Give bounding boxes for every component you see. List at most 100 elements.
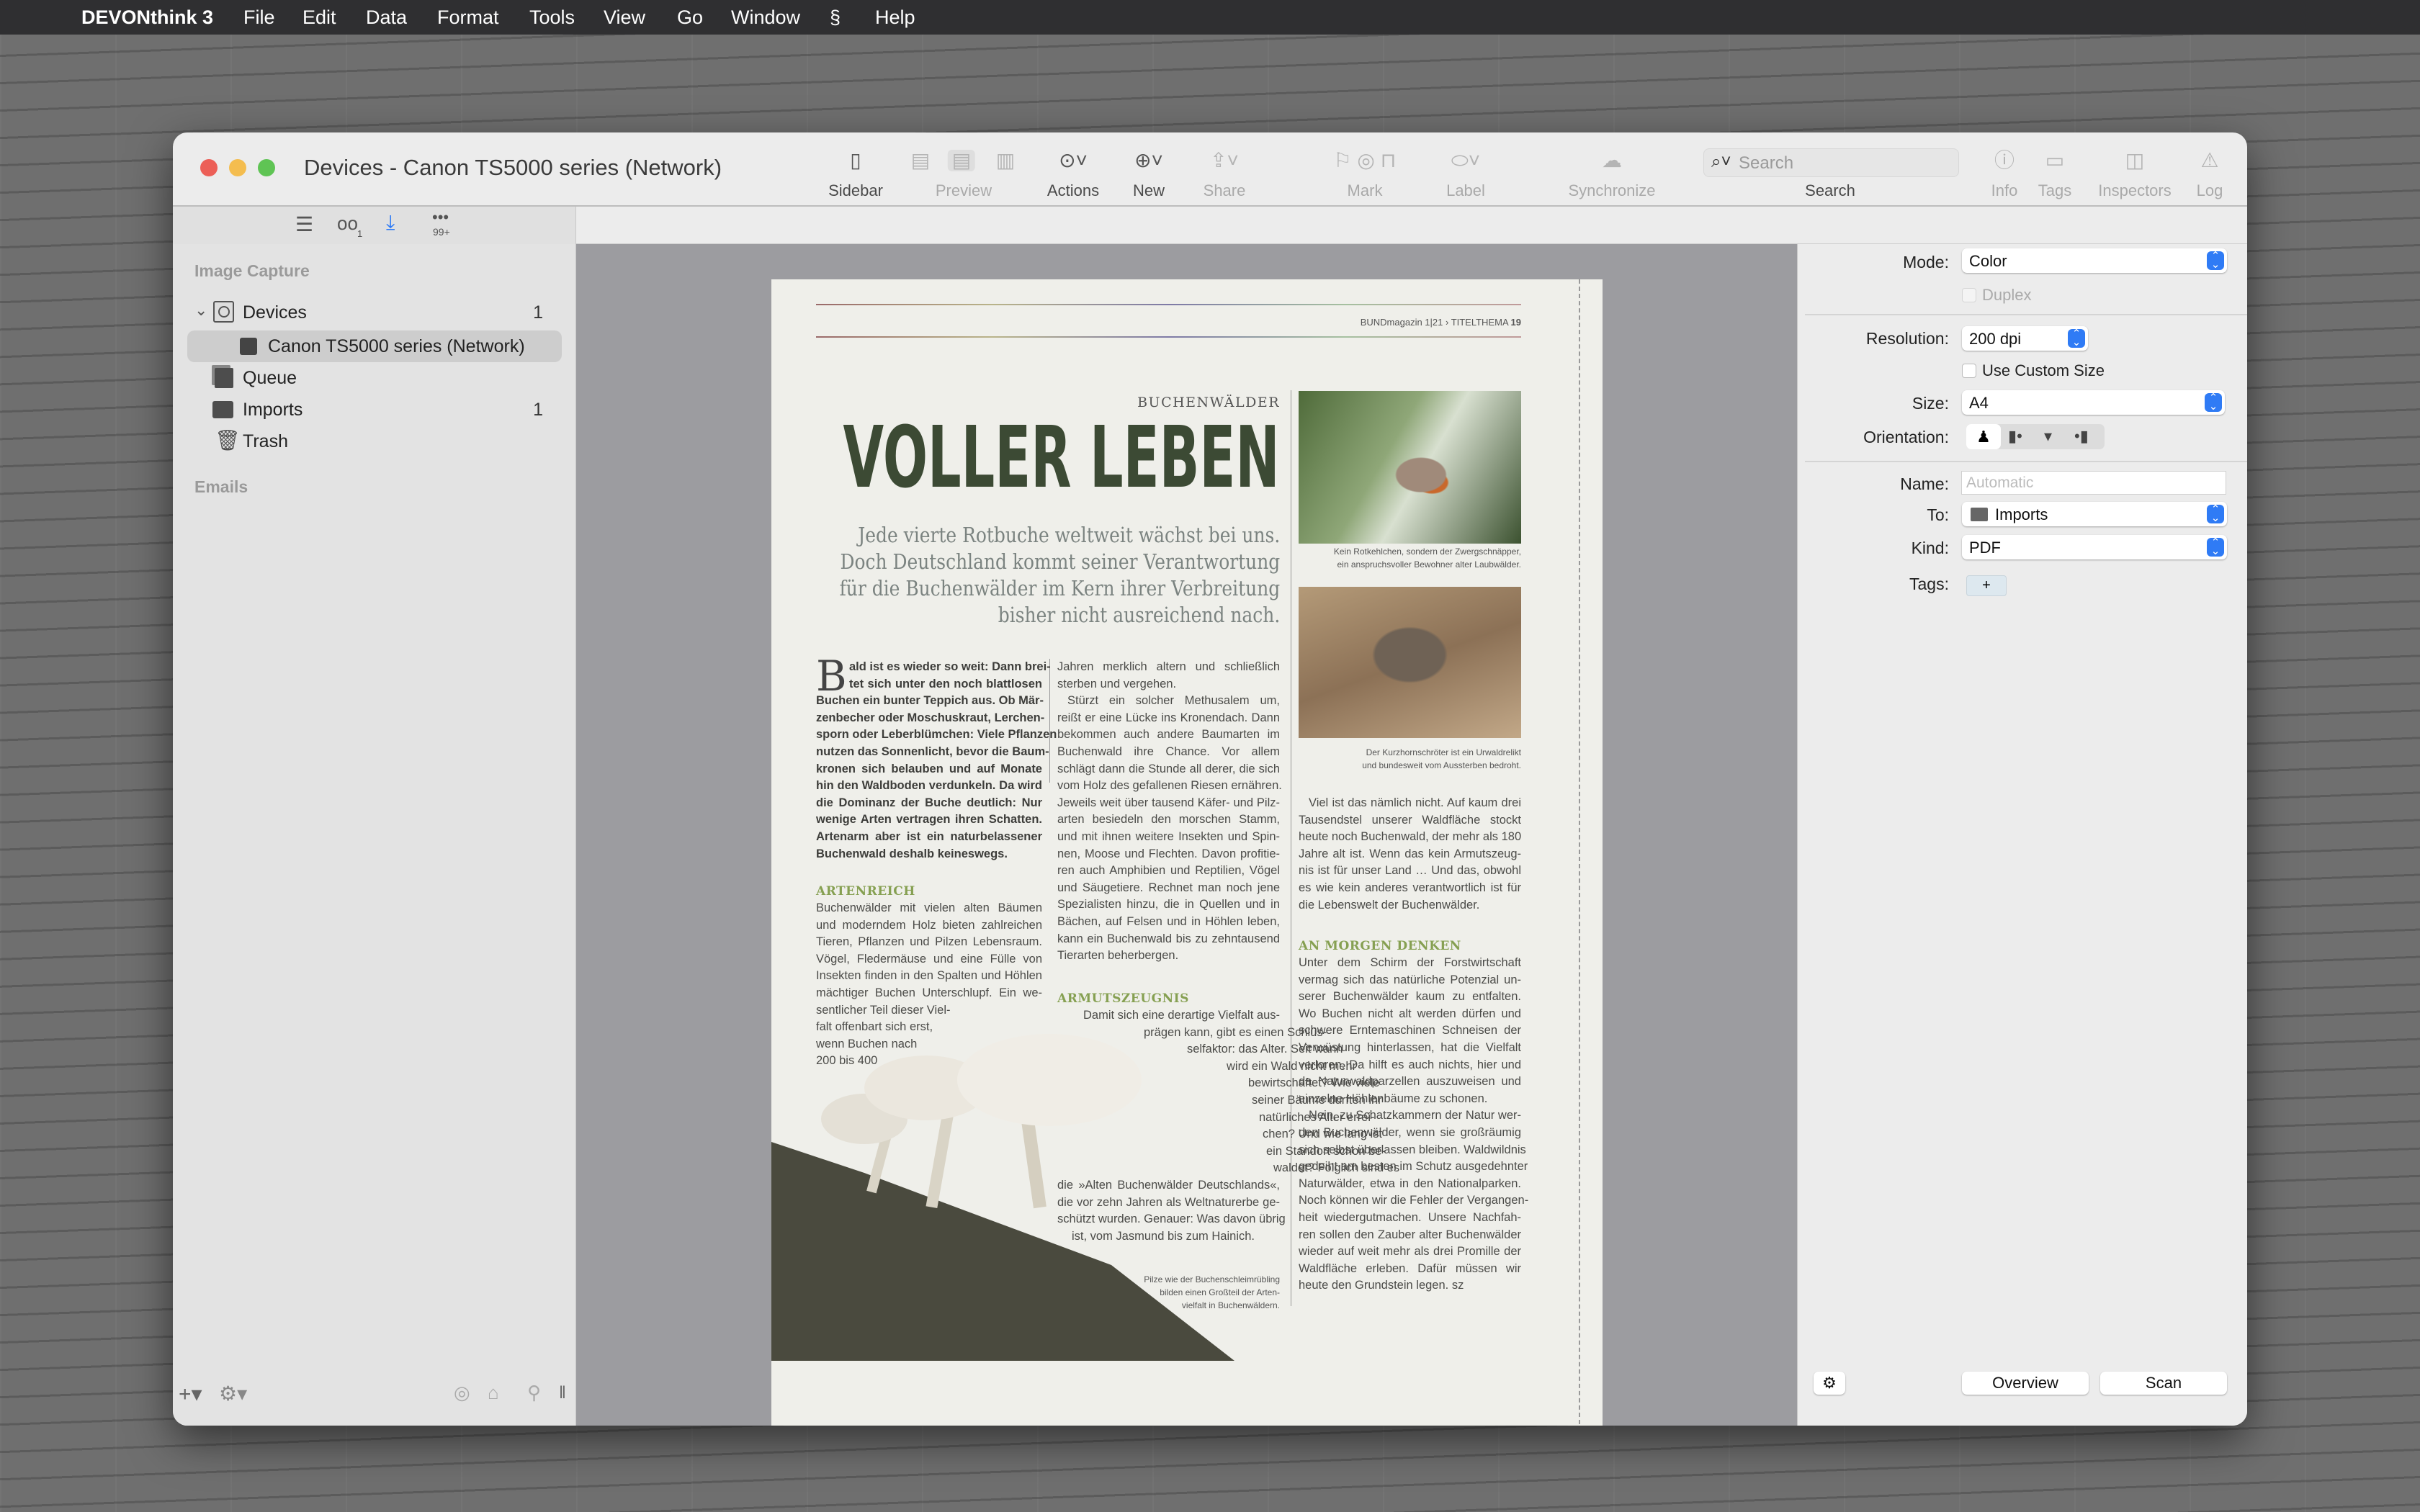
sidebar-label: Sidebar — [828, 181, 883, 199]
orientation-upright-icon[interactable]: ♟ — [1966, 424, 2001, 449]
updown-chevron-icon: ⌃ ⌄ — [2207, 537, 2224, 557]
more-icon[interactable]: ••• — [432, 208, 449, 227]
orientation-right-icon[interactable]: •▮ — [2074, 427, 2089, 446]
imports-label: Imports — [243, 400, 303, 420]
queue-icon — [215, 368, 233, 388]
bird-photo — [1299, 391, 1521, 544]
size-popup[interactable]: A4 ⌃ ⌄ — [1962, 390, 2225, 415]
overview-button[interactable]: Overview — [1962, 1372, 2089, 1395]
text-line: natürliches Alter errei- — [1259, 1110, 1375, 1124]
resolution-popup[interactable]: 200 dpi ⌃ ⌄ — [1962, 326, 2088, 351]
caption-line: vielfalt in Buchenwäldern. — [1181, 1300, 1280, 1310]
add-icon[interactable]: +▾ — [179, 1382, 202, 1407]
text-line: heit wiedergutmachen. Unsere Nachfah- — [1299, 1210, 1521, 1224]
text-line: Tierarten beherbergen. — [1057, 949, 1179, 963]
tags-label: Tags: — [1909, 575, 1949, 593]
zoom-button[interactable] — [258, 159, 275, 176]
menu-view[interactable]: View — [604, 6, 645, 29]
cloud-sync-icon: ☁ — [1602, 149, 1622, 171]
close-button[interactable] — [200, 159, 218, 176]
devices-label: Devices — [243, 302, 307, 323]
text-line: Stürzt ein solcher Methusalem um, — [1067, 694, 1280, 708]
text-line: und mit ihnen weitere Insekten und Spin- — [1057, 829, 1280, 843]
text-line: und moderndem Holz bieten zahlreichen — [816, 918, 1042, 932]
text-line: die Dominanz der Buche deutlich: Nur — [816, 796, 1042, 809]
items-count: 99+ — [433, 226, 450, 238]
page-edge-guide — [1579, 279, 1580, 1426]
running-head-text: BUNDmagazin 1|21 › TITELTHEMA — [1360, 317, 1508, 328]
import-icon[interactable]: ⤓ — [386, 211, 395, 235]
gear-icon[interactable]: ⚙▾ — [219, 1382, 247, 1405]
duplex-checkbox[interactable] — [1962, 288, 1976, 302]
settings-gear-button[interactable]: ⚙ — [1814, 1372, 1845, 1395]
color-rule — [816, 304, 1521, 305]
minimize-button[interactable] — [229, 159, 246, 176]
mode-popup[interactable]: Color ⌃ ⌄ — [1962, 248, 2227, 273]
text-line: ren auch Amphibien und Reptilien, Vögel — [1057, 864, 1280, 878]
section-emails: Emails — [194, 477, 248, 496]
menu-help[interactable]: Help — [875, 6, 915, 29]
text-line: chen? Und wie lang ist — [1263, 1128, 1383, 1141]
menu-go[interactable]: Go — [677, 6, 703, 29]
custom-size-checkbox[interactable] — [1962, 364, 1976, 378]
sidebar-item-canon-scanner[interactable]: Canon TS5000 series (Network) — [187, 330, 562, 362]
deck-line: bisher nicht ausreichend nach. — [998, 603, 1280, 627]
mode-label: Mode: — [1903, 253, 1949, 271]
name-field[interactable]: Automatic — [1961, 471, 2226, 495]
text-line: einzelne Höhlenbäume zu schonen. — [1299, 1092, 1488, 1105]
list-icon[interactable]: ☰ — [295, 212, 313, 236]
menu-file[interactable]: File — [243, 6, 275, 29]
sidebar-item-imports[interactable]: Imports 1 — [173, 394, 576, 426]
preview-horizontal-icon: ▥ — [995, 149, 1016, 171]
share-icon: ⇪˅ — [1210, 149, 1239, 171]
orientation-segmented-control[interactable]: ♟ ▮• ▾ •▮ — [1966, 424, 2105, 449]
scan-button[interactable]: Scan — [2100, 1372, 2227, 1395]
sidebar-item-trash[interactable]: 🗑 Trash — [173, 426, 576, 457]
sidebar-item-devices[interactable]: ⌄ Devices 1 — [173, 297, 576, 328]
deck-line: für die Buchenwälder im Kern ihrer Verbr… — [839, 576, 1280, 600]
text-line: heute den Grundstein legen. sz — [1299, 1279, 1464, 1292]
orientation-down-icon[interactable]: ▾ — [2044, 427, 2052, 446]
divider — [1805, 314, 2247, 315]
menu-window[interactable]: Window — [731, 6, 800, 29]
device-icon — [213, 301, 234, 323]
search-icon: ⌕˅ — [1711, 152, 1731, 171]
bird-caption: Kein Rotkehlchen, sondern der Zwergschnä… — [1299, 545, 1521, 571]
headline: VOLLER LEBEN — [843, 408, 1280, 507]
glasses-icon[interactable]: oo — [337, 212, 358, 235]
folder-icon — [1971, 508, 1988, 521]
search-input[interactable]: ⌕˅ Search — [1703, 148, 1959, 177]
menu-tools[interactable]: Tools — [529, 6, 575, 29]
orientation-left-icon[interactable]: ▮• — [2008, 427, 2022, 446]
menu-format[interactable]: Format — [437, 6, 499, 29]
menu-app-name[interactable]: DEVONthink 3 — [81, 6, 213, 29]
destination-popup[interactable]: Imports ⌃ ⌄ — [1962, 502, 2227, 526]
sidebar-item-queue[interactable]: Queue — [173, 362, 576, 394]
tags-icon: ▭ — [2045, 149, 2065, 171]
label-icon: ⬭˅ — [1451, 149, 1481, 171]
info-icon: ⓘ — [1994, 149, 2015, 171]
pin-icon[interactable]: ⚲ — [527, 1382, 541, 1404]
text-line: zenbecher oder Moschuskraut, Lerchen- — [816, 711, 1045, 724]
running-head: BUNDmagazin 1|21 › TITELTHEMA 19 — [1361, 317, 1521, 328]
text-line: Damit sich eine derartige Vielfalt aus- — [1083, 1009, 1280, 1022]
tag-icon[interactable]: ⌂ — [488, 1382, 499, 1404]
name-label: Name: — [1900, 474, 1949, 493]
text-line: kronen sich belauben und auf Monate — [816, 762, 1042, 775]
text-line: kann ein Buchenwald bis zu zehntausend — [1057, 932, 1280, 945]
text-line: bekommen auch andere Baumarten im — [1057, 728, 1280, 742]
text-line: Verwüstung hinterlassen, hat die Vielfal… — [1299, 1040, 1521, 1054]
chevron-down-icon[interactable]: ⌄ — [194, 301, 207, 320]
text-line: nis ist für unser Land … Und das, obwohl — [1299, 864, 1521, 878]
add-tag-button[interactable]: + — [1966, 575, 2007, 596]
kind-popup[interactable]: PDF ⌃ ⌄ — [1962, 535, 2227, 559]
target-icon[interactable]: ◎ — [454, 1382, 470, 1404]
updown-chevron-icon: ⌃ ⌄ — [2207, 251, 2224, 270]
resize-handle-icon[interactable]: ‖ — [559, 1383, 566, 1403]
script-menu-icon[interactable]: § — [830, 6, 841, 29]
warning-icon: ⚠ — [2200, 149, 2219, 171]
menu-data[interactable]: Data — [366, 6, 407, 29]
text-line: Buchenwald ihre Chance. Vor allem — [1057, 744, 1280, 758]
menu-edit[interactable]: Edit — [302, 6, 336, 29]
size-label: Size: — [1912, 394, 1949, 413]
